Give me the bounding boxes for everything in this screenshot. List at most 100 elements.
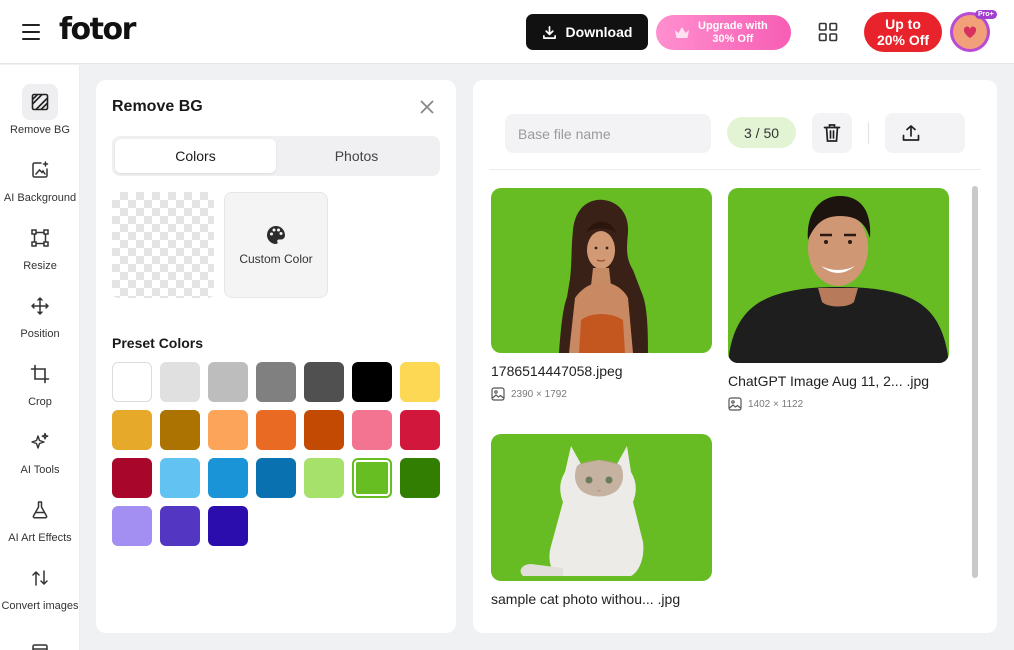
heart-icon [963,26,977,38]
sidebar-item-ai-art-effects[interactable]: AI Art Effects [0,492,79,546]
color-swatch[interactable] [208,506,248,546]
sidebar-item-resize[interactable]: Resize [0,220,79,274]
preset-colors-heading: Preset Colors [112,335,204,351]
color-swatch[interactable] [112,458,152,498]
upload-button[interactable] [885,113,965,153]
sidebar-item-label: Crop [28,396,52,408]
transparent-background-option[interactable] [112,192,214,298]
position-icon [22,288,58,324]
menu-icon[interactable] [22,24,40,40]
upgrade-line-1: Upgrade with [698,19,768,32]
color-swatch[interactable] [352,362,392,402]
resize-icon [22,220,58,256]
remove-bg-panel: Remove BG Colors Photos Custom Color Pre… [96,80,456,633]
color-swatch[interactable] [160,458,200,498]
color-swatch[interactable] [352,410,392,450]
image-dimensions: 1402 × 1122 [748,398,804,410]
color-swatch[interactable] [256,410,296,450]
close-icon[interactable] [420,100,434,114]
toolbar-divider [868,122,869,144]
palette-icon [267,226,285,244]
pro-plus-badge: Pro+ [975,10,997,19]
image-thumbnail-woman[interactable] [491,188,712,353]
preset-colors-grid [112,362,442,546]
color-swatch[interactable] [400,458,440,498]
trash-icon [823,124,841,142]
color-swatch[interactable] [112,362,152,402]
sidebar-item-convert-images[interactable]: Convert images [0,560,79,614]
sidebar-item-label: Resize [23,260,57,272]
color-swatch[interactable] [400,362,440,402]
image-dimensions: 2390 × 1792 [511,388,567,400]
color-swatch[interactable] [304,458,344,498]
delete-all-button[interactable] [812,113,852,153]
image-card[interactable]: ChatGPT Image Aug 11, 2... .jpg 1402 × 1… [728,188,949,411]
promo-badge-button[interactable]: Up to 20% Off [864,12,942,52]
download-label: Download [565,24,633,40]
sidebar-item-label: Convert images [1,600,79,612]
color-swatch[interactable] [400,410,440,450]
sidebar-item-label: Position [20,328,60,340]
fotor-logo[interactable]: fotor [59,12,136,47]
sidebar-item-remove-bg[interactable]: Remove BG [0,84,79,138]
download-icon [542,25,556,39]
color-photo-tabs: Colors Photos [112,136,440,176]
image-thumbnail-man[interactable] [728,188,949,363]
color-swatch[interactable] [112,410,152,450]
color-swatch[interactable] [208,458,248,498]
image-file-name: ChatGPT Image Aug 11, 2... .jpg [728,373,930,389]
sidebar-item-label: AI Art Effects [8,532,72,544]
image-thumbnail-cat[interactable] [491,434,712,581]
sidebar-item-ai-background[interactable]: AI Background [0,152,79,206]
image-file-name: 1786514447058.jpeg [491,363,623,379]
image-icon [491,387,505,401]
color-swatch[interactable] [208,362,248,402]
image-file-name: sample cat photo withou... .jpg [491,591,681,607]
color-swatch[interactable] [160,506,200,546]
custom-color-button[interactable]: Custom Color [224,192,328,298]
ai-art-effects-icon [22,492,58,528]
image-icon [728,397,742,411]
ai-tools-icon [22,424,58,460]
panel-title: Remove BG [112,98,203,115]
image-card[interactable]: 1786514447058.jpeg 2390 × 1792 [491,188,712,401]
apps-grid-icon[interactable] [818,22,838,42]
top-bar: fotor Download Upgrade with 30% Off Up t… [0,0,1014,64]
ai-background-icon [22,152,58,188]
upgrade-line-2: 30% Off [712,32,754,45]
tab-colors[interactable]: Colors [115,139,276,173]
color-swatch[interactable] [256,458,296,498]
sidebar-item-label: AI Background [3,192,77,204]
sidebar-item-position[interactable]: Position [0,288,79,342]
sidebar-item-crop[interactable]: Crop [0,356,79,410]
sidebar-item-label: Remove BG [10,124,70,136]
upgrade-button[interactable]: Upgrade with 30% Off [656,15,791,50]
tab-photos[interactable]: Photos [276,139,437,173]
download-button[interactable]: Download [526,14,648,50]
custom-color-label: Custom Color [239,252,313,266]
color-swatch[interactable] [352,458,392,498]
color-swatch[interactable] [112,506,152,546]
image-card[interactable]: sample cat photo withou... .jpg [491,434,712,607]
sidebar-item-ai-tools[interactable]: AI Tools [0,424,79,478]
image-meta: 2390 × 1792 [491,387,712,401]
upload-icon [902,125,920,141]
color-swatch[interactable] [208,410,248,450]
sidebar-item-zip[interactable] [0,632,79,650]
color-swatch[interactable] [160,362,200,402]
remove-bg-icon [22,84,58,120]
promo-line-1: Up to [885,16,921,32]
color-swatch[interactable] [304,410,344,450]
crown-icon [675,26,689,38]
convert-images-icon [22,560,58,596]
zip-icon [22,632,58,650]
base-file-name-input[interactable] [505,114,711,153]
files-panel: 3 / 50 1786514447058.jpeg 2390 × 1792 [473,80,997,633]
color-swatch[interactable] [256,362,296,402]
color-swatch[interactable] [304,362,344,402]
color-swatch[interactable] [160,410,200,450]
files-scrollbar[interactable] [972,186,978,578]
promo-line-2: 20% Off [876,32,930,48]
image-meta: 1402 × 1122 [728,397,949,411]
file-count-badge: 3 / 50 [727,117,796,148]
